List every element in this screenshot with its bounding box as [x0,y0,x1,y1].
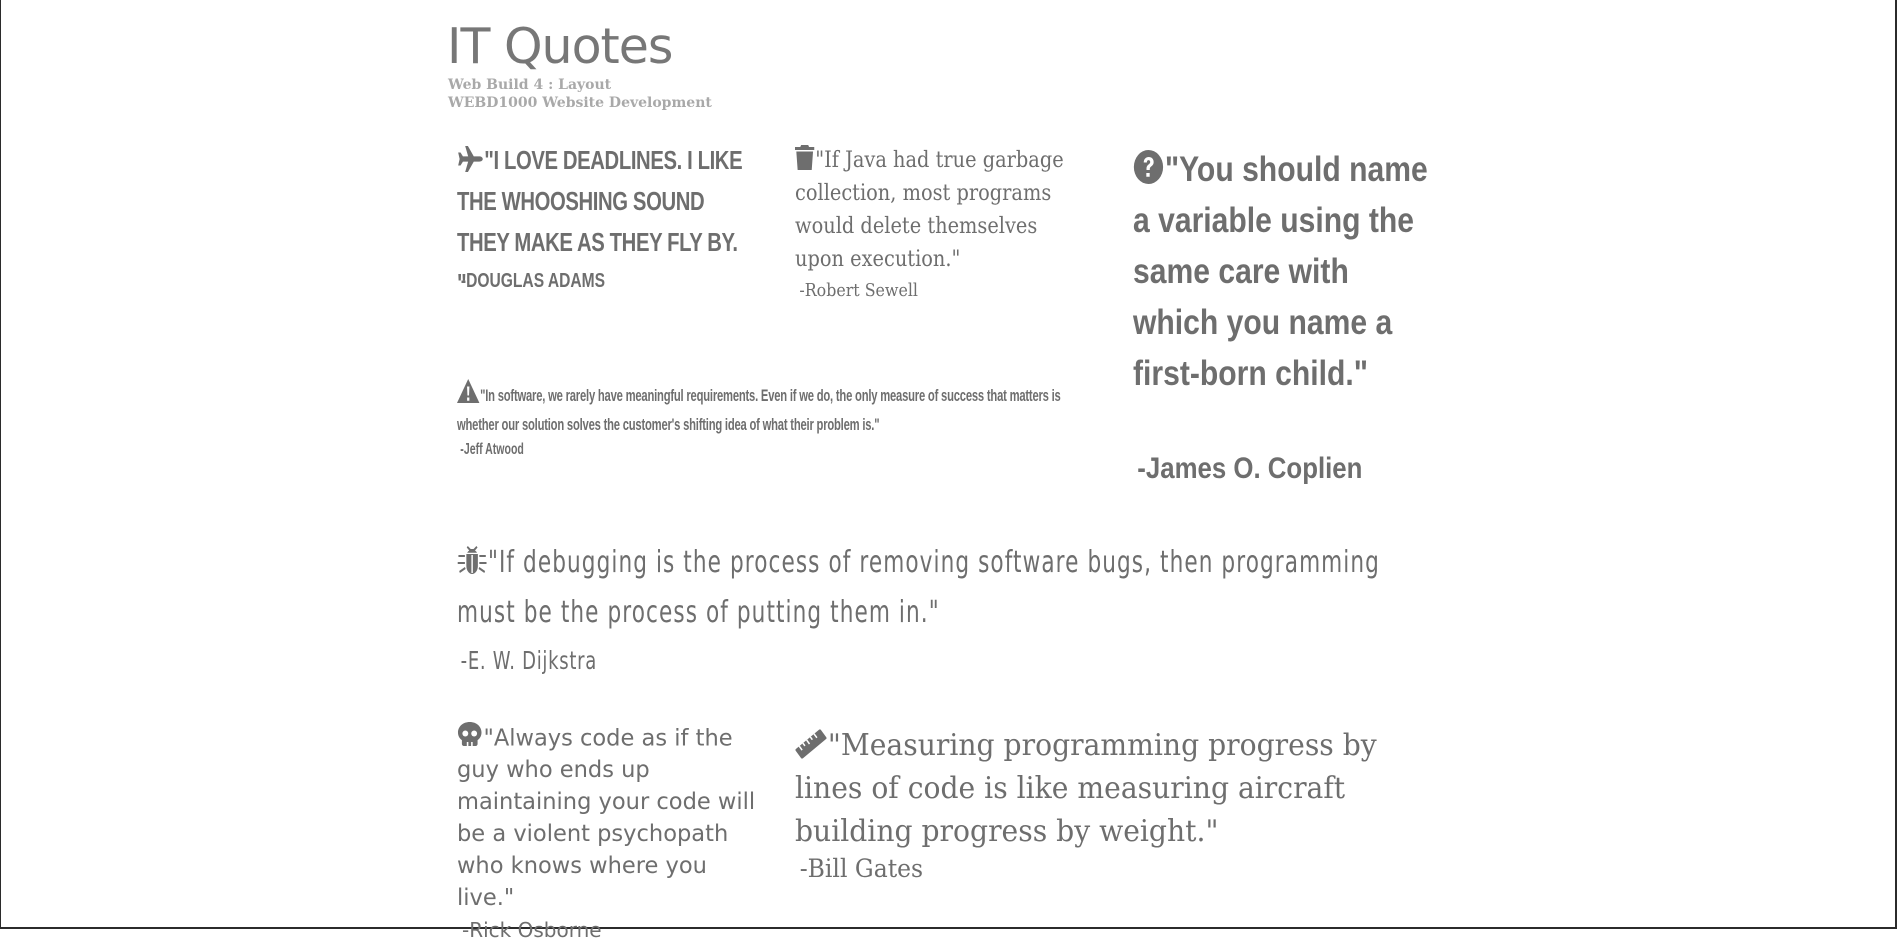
quote-text: "In software, we rarely have meaningful … [457,385,1061,434]
subtitle-course: WEBD1000 Website Development [448,95,712,111]
quote-text: "If debugging is the process of removing… [457,545,1380,630]
quote-author: -E. W. Dijkstra [460,646,598,675]
warning-icon [457,379,480,403]
ruler-icon [795,729,827,759]
plane-icon [457,146,484,173]
quote-text-wrapper: "Measuring programming progress by lines… [795,724,1378,853]
quote-douglas-adams: "I love deadlines. I like the whooshing … [457,140,757,304]
quote-text: "You should name a variable using the sa… [1133,150,1428,393]
bug-icon [457,544,487,576]
page-content: IT Quotes Web Build 4 : Layout WEBD1000 … [447,0,1447,942]
quote-text: "Always code as if the guy who ends up m… [457,725,756,912]
question-circle-icon [1133,149,1164,185]
quote-author: -Bill Gates [799,854,924,883]
quote-text: "Measuring programming progress by lines… [795,728,1377,849]
skull-icon [457,722,482,748]
quote-author: -Douglas Adams [460,270,606,292]
subtitle-build: Web Build 4 : Layout [448,77,612,93]
quote-text-wrapper: "In software, we rarely have meaningful … [457,379,1101,439]
quote-text-wrapper: "Always code as if the guy who ends up m… [457,722,766,914]
quote-dijkstra: "If debugging is the process of removing… [457,538,1447,675]
quote-text-wrapper: "If Java had true garbage collection, mo… [795,144,1077,276]
quote-author: -Robert Sewell [799,280,918,301]
trash-icon [795,144,815,170]
quote-robert-sewell: "If Java had true garbage collection, mo… [795,144,1085,301]
page-title: IT Quotes [447,18,673,75]
quote-rick-osborne: "Always code as if the guy who ends up m… [457,722,777,942]
quote-bill-gates: "Measuring programming progress by lines… [795,724,1455,883]
quote-text-wrapper: "If debugging is the process of removing… [457,538,1429,638]
quote-james-coplien: "You should name a variable using the sa… [1133,144,1453,485]
quote-text-wrapper: "You should name a variable using the sa… [1133,144,1434,399]
quote-text: "If Java had true garbage collection, mo… [795,148,1064,272]
quote-author: -Jeff Atwood [460,441,524,458]
quote-author: -James O. Coplien [1137,452,1363,485]
quote-jeff-atwood: "In software, we rarely have meaningful … [457,379,1117,458]
quote-author: -Rick Osborne [462,918,602,942]
